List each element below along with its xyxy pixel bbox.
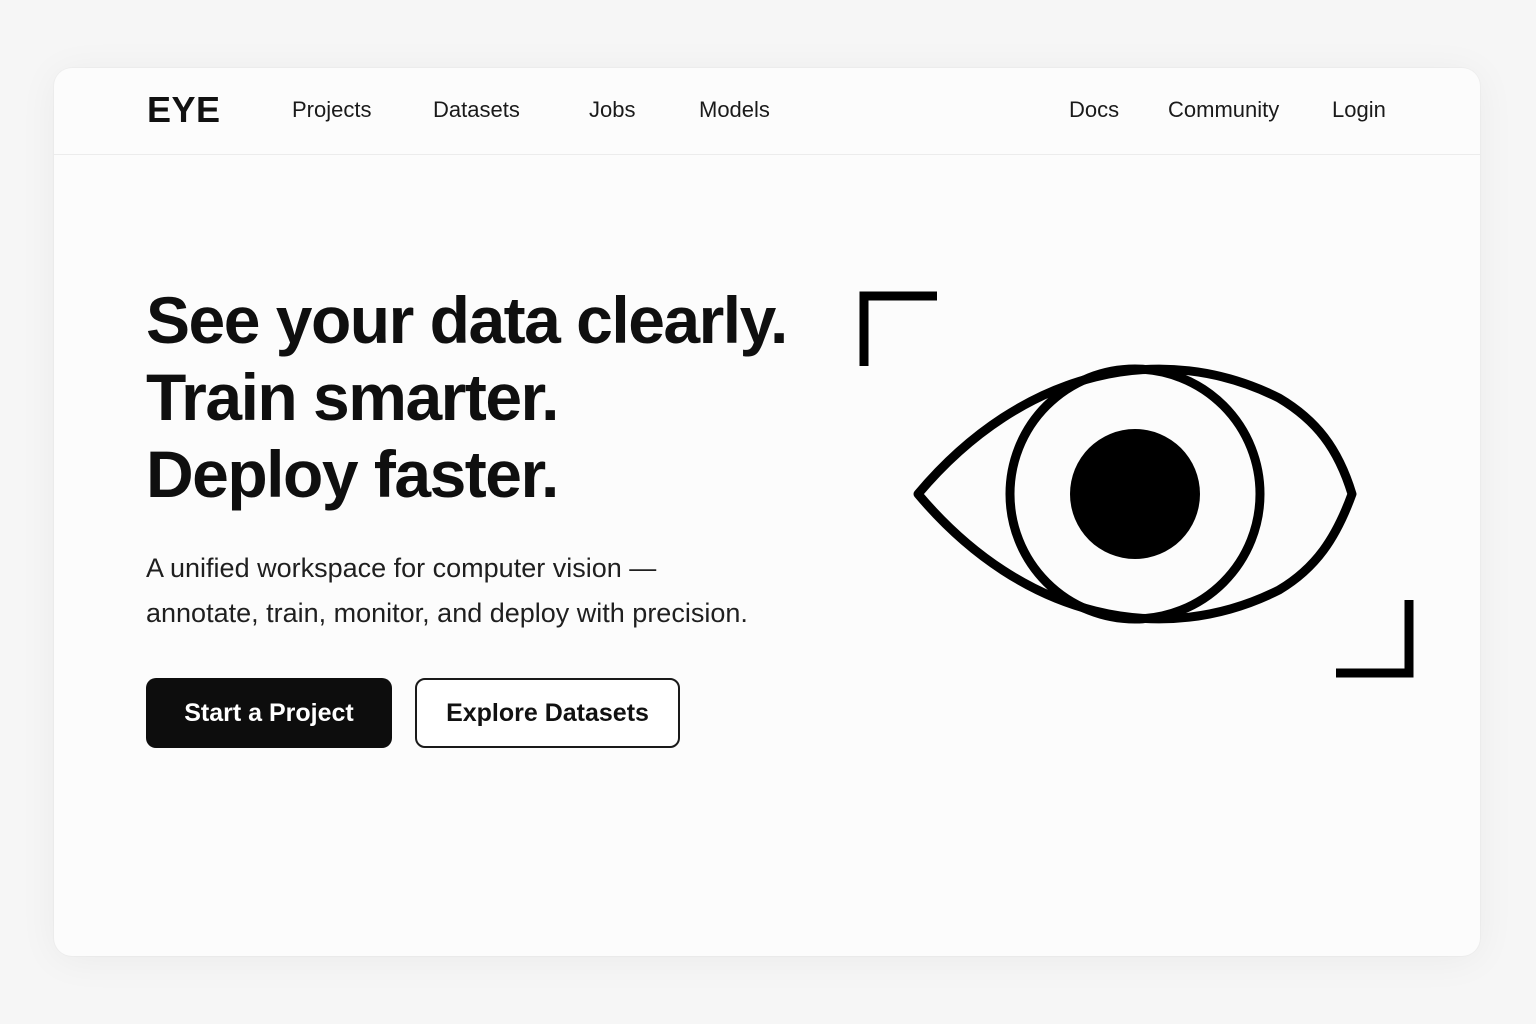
frame-corner-bottom-right — [1336, 600, 1414, 678]
nav-link-models[interactable]: Models — [699, 95, 770, 125]
hero-title-line-2: Train smarter. — [146, 360, 559, 434]
nav-link-docs[interactable]: Docs — [1069, 95, 1119, 125]
nav-link-jobs[interactable]: Jobs — [589, 95, 635, 125]
start-project-button[interactable]: Start a Project — [146, 678, 392, 748]
nav-link-login[interactable]: Login — [1332, 95, 1386, 125]
nav-link-datasets[interactable]: Datasets — [433, 95, 520, 125]
hero-subtitle-line-1: A unified workspace for computer vision … — [146, 553, 657, 583]
hero-title-line-3: Deploy faster. — [146, 437, 559, 511]
explore-datasets-button[interactable]: Explore Datasets — [415, 678, 680, 748]
viewfinder-frame — [859, 291, 1414, 678]
hero-title: See your data clearly. Train smarter. De… — [146, 282, 788, 513]
top-navigation: EYE Projects Datasets Jobs Models Docs C… — [54, 68, 1480, 155]
frame-corner-top-left — [859, 291, 937, 366]
brand-logo[interactable]: EYE — [147, 89, 221, 131]
hero-title-line-1: See your data clearly. — [146, 283, 788, 357]
eye-icon — [913, 364, 1357, 624]
eye-iris — [1005, 364, 1265, 624]
hero-subtitle-line-2: annotate, train, monitor, and deploy wit… — [146, 598, 748, 628]
nav-link-projects[interactable]: Projects — [292, 95, 371, 125]
nav-link-community[interactable]: Community — [1168, 95, 1279, 125]
hero-subtitle: A unified workspace for computer vision … — [146, 546, 748, 636]
eye-pupil — [1070, 429, 1200, 559]
eye-outline — [913, 364, 1357, 624]
app-window: EYE Projects Datasets Jobs Models Docs C… — [54, 68, 1480, 956]
